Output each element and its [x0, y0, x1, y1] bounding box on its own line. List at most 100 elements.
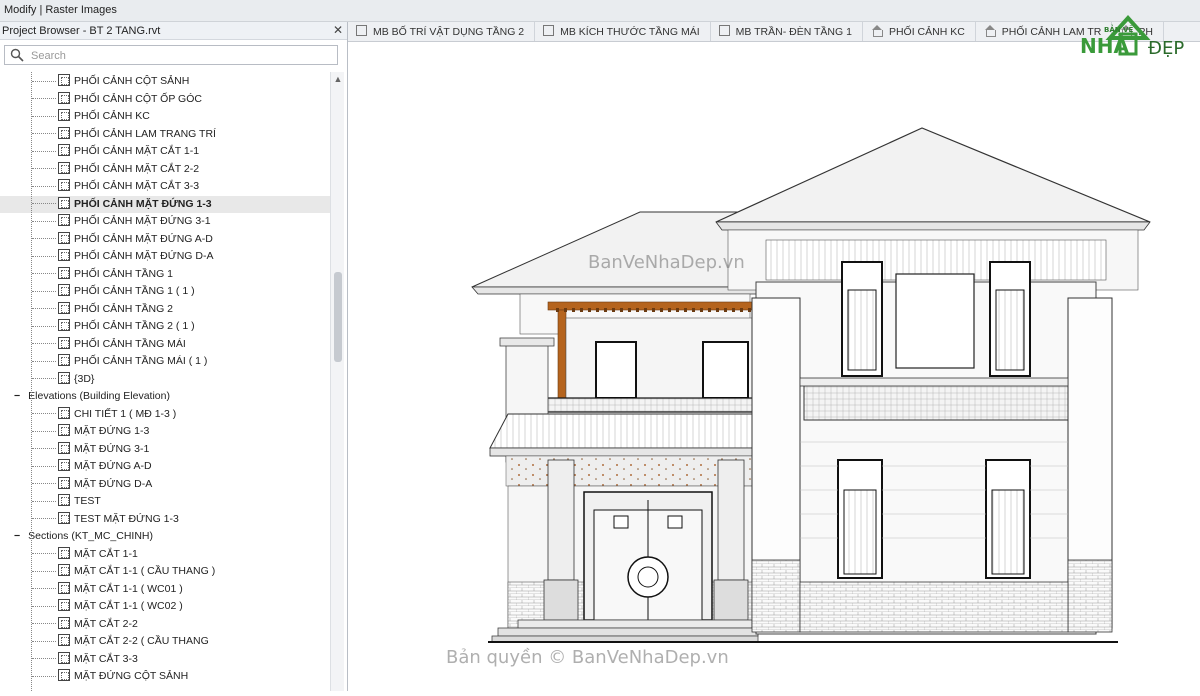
ceiling-icon [718, 25, 730, 36]
tree-view-node[interactable]: MẶT CẮT 1-1 ( CẦU THANG ) [0, 563, 215, 580]
tree-node-label: CHI TIẾT 1 ( MĐ 1-3 ) [74, 407, 177, 420]
tree-view-node[interactable]: PHỐI CẢNH KC [0, 108, 150, 125]
plan-icon [356, 25, 367, 36]
tree-connector [32, 80, 56, 82]
logo-line3: ĐẸP [1148, 38, 1185, 59]
search-icon [10, 48, 24, 62]
tree-node-label: TEST MẶT ĐỨNG 1-3 [74, 512, 179, 525]
tree-view-node[interactable]: PHỐI CẢNH TẦNG 2 ( 1 ) [0, 318, 195, 335]
search-box[interactable] [4, 45, 338, 65]
tree-connector [32, 553, 56, 555]
view-icon [58, 91, 70, 104]
ribbon-context-label: Modify | Raster Images [4, 4, 117, 16]
tree-view-node[interactable]: MẶT ĐỨNG D-A [0, 476, 152, 493]
view-icon [58, 546, 70, 559]
browser-scrollbar[interactable]: ▲ [330, 72, 344, 691]
tree-view-node[interactable]: MẶT ĐỨNG 3-1 [0, 441, 149, 458]
scroll-up-arrow-icon[interactable]: ▲ [333, 74, 343, 84]
tree-connector [32, 308, 56, 310]
tree-connector [32, 623, 56, 625]
tree-node-label: PHỐI CẢNH TẦNG MÁI [74, 337, 186, 350]
tree-view-node[interactable]: MẶT ĐỨNG 1-3 [0, 423, 149, 440]
view-icon [58, 494, 70, 506]
view-icon [58, 634, 70, 646]
tree-view-node[interactable]: PHỐI CẢNH LAM TRANG TRÍ [0, 126, 216, 143]
tree-connector [32, 343, 56, 345]
view-tab-label: MB TRẦN- ĐÈN TẦNG 1 [735, 26, 852, 38]
tree-connector [32, 500, 56, 502]
view-icon [58, 371, 70, 384]
tree-node-label: MẶT CẮT 3-3 [74, 652, 138, 665]
view-tab[interactable]: MB BỐ TRÍ VẬT DỤNG TẦNG 2 [348, 22, 536, 41]
tree-view-node[interactable]: MẶT CẮT 2-2 [0, 616, 138, 633]
view-icon [58, 476, 70, 489]
drawing-canvas[interactable]: BanVeNhaDep.vn Bản quyền © BanVeNhaDep.v… [348, 42, 1200, 691]
tree-node-label: PHỐI CẢNH KC [74, 110, 150, 122]
view-icon [58, 651, 70, 664]
tree-connector [32, 185, 56, 187]
tree-node-label: MẶT CẮT 1-1 ( WC01 ) [74, 582, 183, 595]
tree-connector [32, 640, 56, 642]
tree-view-node[interactable]: {3D} [0, 371, 94, 388]
tree-connector [32, 325, 56, 327]
tree-node-label: PHỐI CẢNH TẦNG 1 [74, 267, 173, 280]
house-icon [984, 25, 996, 37]
tree-node-label: PHỐI CẢNH CỘT SẢNH [74, 75, 190, 87]
tree-group-node[interactable]: − Sections (KT_MC_CHINH) [14, 528, 153, 545]
tree-connector [32, 518, 56, 520]
tree-view-node[interactable]: MẶT CẮT 1-1 ( WC02 ) [0, 598, 183, 615]
tree-node-label: PHỐI CẢNH MẶT ĐỨNG A-D [74, 232, 213, 245]
tree-view-node[interactable]: PHỐI CẢNH TẦNG 2 [0, 301, 173, 318]
close-icon[interactable]: ✕ [333, 23, 343, 37]
collapse-toggle-icon[interactable]: − [14, 390, 20, 402]
house-icon [871, 25, 883, 37]
tree-view-node[interactable]: MẶT ĐỨNG A-D [0, 458, 152, 475]
tree-view-node[interactable]: PHỐI CẢNH CỘT SẢNH [0, 73, 189, 90]
tree-node-label: MẶT ĐỨNG D-A [74, 477, 153, 490]
view-icon [58, 599, 70, 611]
tree-view-node[interactable]: PHỐI CẢNH MẶT CẮT 3-3 [0, 178, 199, 195]
tree-view-node[interactable]: PHỐI CẢNH MẶT ĐỨNG D-A [0, 248, 213, 265]
tree-node-label: MẶT ĐỨNG CỘT SẢNH [74, 670, 189, 682]
view-icon [58, 161, 70, 174]
tree-view-node[interactable]: PHỐI CẢNH TẦNG 1 [0, 266, 173, 283]
collapse-toggle-icon[interactable]: − [14, 530, 20, 542]
view-icon [58, 266, 70, 279]
tree-view-node[interactable]: MẶT ĐỨNG CỘT SẢNH [0, 668, 188, 685]
tree-view-node[interactable]: TEST MẶT ĐỨNG 1-3 [0, 511, 179, 528]
view-tab-label: PHỐI CẢNH KC [888, 26, 965, 38]
browser-tree: PHỐI CẢNH CỘT SẢNH PHỐI CẢNH CỘT ỐP GÓC PH… [0, 72, 330, 691]
tree-view-node[interactable]: MẶT CẮT 3-3 [0, 651, 138, 668]
view-tab[interactable]: MB KÍCH THƯỚC TẦNG MÁI [535, 22, 711, 41]
house-elevation-drawing: BanVeNhaDep.vn Bản quyền © BanVeNhaDep.v… [446, 127, 1151, 668]
scroll-thumb[interactable] [334, 272, 342, 362]
view-icon [58, 424, 70, 436]
tree-view-node[interactable]: PHỐI CẢNH MẶT ĐỨNG 1-3 [0, 195, 330, 213]
tree-connector [32, 273, 56, 275]
view-icon [58, 441, 70, 454]
project-browser-title: Project Browser - BT 2 TANG.rvt [2, 25, 161, 37]
tree-view-node[interactable]: MẶT CẮT 1-1 ( WC01 ) [0, 581, 183, 598]
view-tab[interactable]: MB TRẦN- ĐÈN TẦNG 1 [711, 22, 863, 41]
search-input[interactable] [31, 48, 331, 63]
watermark-top: BanVeNhaDep.vn [588, 252, 745, 273]
tree-node-label: MẶT CẮT 2-2 [74, 617, 138, 630]
tree-view-node[interactable]: PHỐI CẢNH MẶT CẮT 2-2 [0, 161, 199, 178]
tree-connector [32, 658, 56, 660]
tree-view-node[interactable]: TEST [0, 493, 101, 510]
tree-group-node[interactable]: − Elevations (Building Elevation) [14, 388, 170, 405]
logo-line1: BẢN VẼ [1104, 26, 1134, 34]
tree-vertical-connector [31, 72, 32, 691]
view-icon [58, 336, 70, 349]
view-tab[interactable]: PHỐI CẢNH KC [863, 22, 976, 41]
view-icon [58, 74, 70, 86]
tree-view-node[interactable]: PHỐI CẢNH TẦNG MÁI [0, 336, 186, 353]
view-tabs-bar: MB BỐ TRÍ VẬT DỤNG TẦNG 2 MB KÍCH THƯỚC T… [348, 22, 1200, 42]
tree-connector [32, 465, 56, 467]
tree-view-node[interactable]: CHI TIẾT 1 ( MĐ 1-3 ) [0, 406, 176, 423]
tree-connector [32, 168, 56, 170]
tree-connector [32, 133, 56, 135]
tree-view-node[interactable]: PHỐI CẢNH TẦNG 1 ( 1 ) [0, 283, 195, 300]
tree-view-node[interactable]: PHỐI CẢNH MẶT CẮT 1-1 [0, 143, 199, 160]
tree-view-node[interactable]: MẶT CẮT 1-1 [0, 546, 138, 563]
